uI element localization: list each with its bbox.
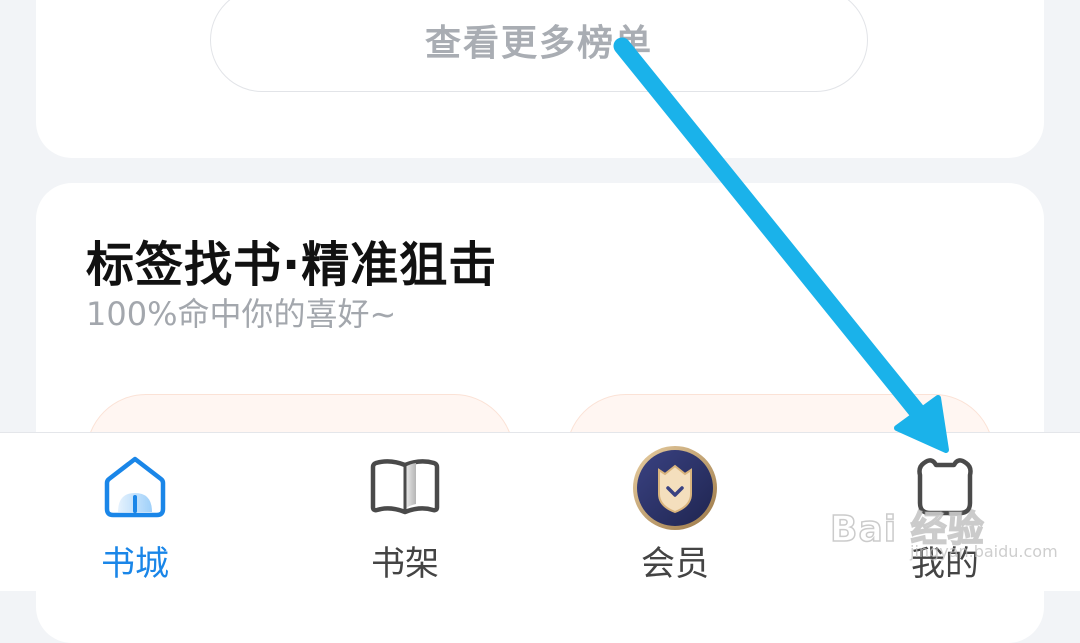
tab-vip[interactable]: 会员	[540, 433, 810, 591]
home-icon	[104, 455, 166, 523]
tab-bookshelf[interactable]: 书架	[270, 433, 540, 591]
tab-label: 书城	[101, 544, 169, 584]
tab-label: 书架	[371, 544, 439, 584]
tab-bookstore[interactable]: 书城	[0, 433, 270, 591]
section-subtitle: 100%命中你的喜好~	[86, 295, 397, 333]
bottom-tab-bar: 书城 书架 会员 我的	[0, 432, 1080, 591]
vip-shield-icon	[631, 444, 719, 536]
bear-profile-icon	[912, 455, 978, 523]
tab-label: 会员	[641, 544, 709, 584]
more-rankings-label: 查看更多榜单	[424, 23, 653, 64]
tab-label: 我的	[911, 544, 979, 584]
section-title: 标签找书·精准狙击	[86, 237, 498, 293]
more-rankings-button[interactable]: 查看更多榜单	[210, 0, 868, 92]
book-icon	[370, 455, 440, 523]
tab-me[interactable]: 我的	[810, 433, 1080, 591]
